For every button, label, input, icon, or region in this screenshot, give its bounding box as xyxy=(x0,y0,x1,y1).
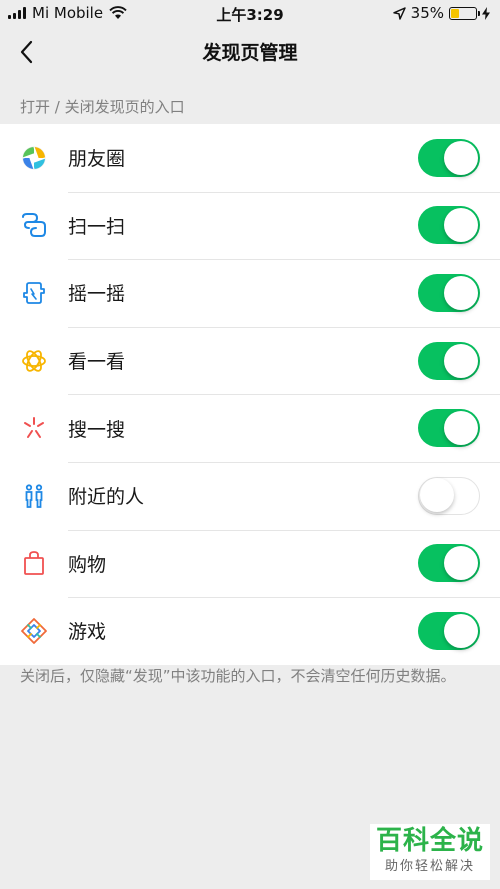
list-item-shopping: 购物 xyxy=(0,529,500,598)
location-arrow-icon xyxy=(392,6,406,20)
toggle-knob xyxy=(444,546,478,581)
status-right: 35% xyxy=(392,4,490,22)
search-toggle[interactable] xyxy=(418,409,480,448)
toggle-knob xyxy=(444,275,478,310)
list-item-label: 游戏 xyxy=(68,621,107,644)
list-item-people-nearby: 附近的人 xyxy=(0,461,500,530)
list-item-search: 搜一搜 xyxy=(0,394,500,462)
charging-bolt-icon xyxy=(482,6,490,20)
search-icon xyxy=(20,414,48,442)
scan-toggle[interactable] xyxy=(418,206,480,245)
status-bar: Mi Mobile 上午3:29 35% xyxy=(0,0,500,26)
shopping-toggle[interactable] xyxy=(418,544,480,583)
page-title: 发现页管理 xyxy=(202,42,298,64)
list-item-shake: 摇一摇 xyxy=(0,259,500,327)
list-item-label: 看一看 xyxy=(68,351,126,374)
moments-icon xyxy=(20,144,48,172)
toggle-knob xyxy=(444,343,478,378)
list-item-top-stories: 看一看 xyxy=(0,326,500,395)
battery-percent: 35% xyxy=(410,4,444,22)
discover-entries-list: 朋友圈 扫一扫 摇一摇 看一看 搜一搜 附近的人 购物 游戏 xyxy=(0,124,500,665)
navigation-bar: 发现页管理 xyxy=(0,26,500,76)
toggle-knob xyxy=(444,140,478,175)
watermark-logo: 百科全说 助你轻松解决 xyxy=(370,824,490,880)
shake-icon xyxy=(20,279,48,307)
games-icon xyxy=(20,617,48,645)
battery-fill xyxy=(451,8,460,18)
section-header: 打开 / 关闭发现页的入口 xyxy=(20,98,185,116)
list-item-label: 扫一扫 xyxy=(68,215,126,238)
games-toggle[interactable] xyxy=(418,611,480,650)
scan-icon xyxy=(20,211,48,239)
list-item-label: 摇一摇 xyxy=(68,283,126,306)
list-item-label: 朋友圈 xyxy=(68,148,126,171)
list-item-scan: 扫一扫 xyxy=(0,191,500,260)
list-item-games: 游戏 xyxy=(0,597,500,665)
shopping-bag-icon xyxy=(20,549,48,577)
moments-toggle[interactable] xyxy=(418,138,480,177)
shake-toggle[interactable] xyxy=(418,273,480,312)
list-item-label: 附近的人 xyxy=(68,486,145,509)
battery-icon xyxy=(449,6,480,20)
toggle-knob xyxy=(444,613,478,648)
toggle-knob xyxy=(420,478,454,513)
footer-note: 关闭后，仅隐藏“发现”中该功能的入口，不会清空任何历史数据。 xyxy=(20,667,456,685)
people-nearby-toggle[interactable] xyxy=(418,476,480,515)
list-item-moments: 朋友圈 xyxy=(0,124,500,192)
list-item-label: 搜一搜 xyxy=(68,418,126,441)
top-stories-toggle[interactable] xyxy=(418,341,480,380)
toggle-knob xyxy=(444,208,478,243)
top-stories-icon xyxy=(20,347,48,375)
toggle-knob xyxy=(444,411,478,446)
list-item-label: 购物 xyxy=(68,553,107,576)
watermark-subtitle: 助你轻松解决 xyxy=(384,859,475,874)
watermark-title: 百科全说 xyxy=(375,826,484,856)
people-nearby-icon xyxy=(20,482,48,510)
